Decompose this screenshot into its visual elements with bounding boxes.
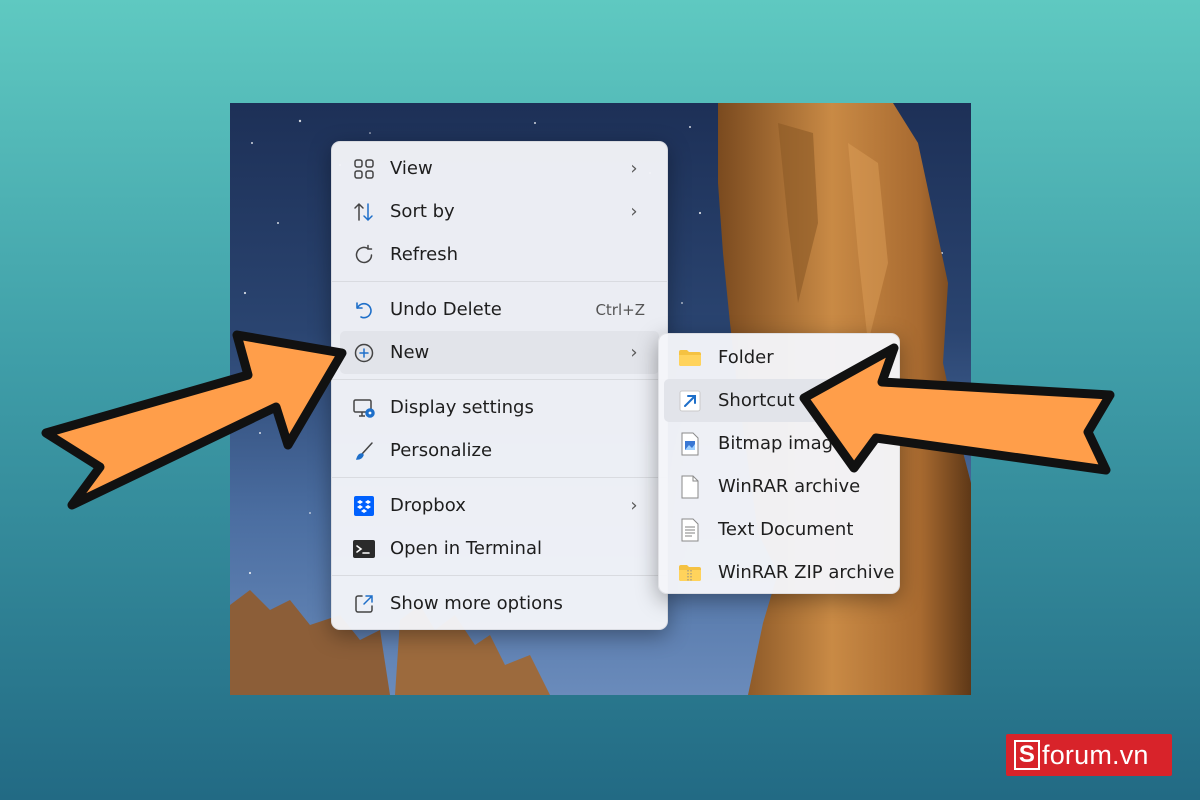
menu-item-dropbox[interactable]: Dropbox › xyxy=(340,484,659,527)
folder-icon xyxy=(678,346,702,370)
sforum-watermark: S forum.vn xyxy=(1006,734,1172,776)
chevron-right-icon: › xyxy=(630,158,638,179)
menu-item-show-more-options[interactable]: Show more options xyxy=(340,582,659,625)
right-annotation-arrow xyxy=(799,343,1115,475)
shortcut-hint: Ctrl+Z xyxy=(595,300,645,319)
menu-item-display-settings[interactable]: Display settings xyxy=(340,386,659,429)
menu-item-label: Refresh xyxy=(390,244,458,265)
text-document-icon xyxy=(678,518,702,542)
menu-item-label: New xyxy=(390,342,430,363)
menu-item-label: Dropbox xyxy=(390,495,466,516)
bitmap-image-icon xyxy=(678,432,702,456)
chevron-right-icon: › xyxy=(630,342,638,363)
sort-icon xyxy=(352,200,376,224)
undo-icon xyxy=(352,298,376,322)
menu-separator xyxy=(332,281,667,282)
view-grid-icon xyxy=(352,157,376,181)
menu-item-personalize[interactable]: Personalize xyxy=(340,429,659,472)
menu-item-label: Open in Terminal xyxy=(390,538,542,559)
menu-item-label: Sort by xyxy=(390,201,455,222)
menu-separator xyxy=(332,575,667,576)
refresh-icon xyxy=(352,243,376,267)
terminal-icon xyxy=(352,537,376,561)
sforum-logo-icon: S xyxy=(1014,740,1040,770)
watermark-text: forum.vn xyxy=(1042,739,1149,770)
menu-separator xyxy=(332,379,667,380)
menu-item-label: Undo Delete xyxy=(390,299,502,320)
menu-item-label: WinRAR ZIP archive xyxy=(718,562,895,583)
zip-archive-icon xyxy=(678,561,702,585)
menu-item-label: Personalize xyxy=(390,440,493,461)
chevron-right-icon: › xyxy=(630,201,638,222)
menu-item-new[interactable]: New › xyxy=(340,331,659,374)
menu-separator xyxy=(332,477,667,478)
menu-item-undo-delete[interactable]: Undo Delete Ctrl+Z xyxy=(340,288,659,331)
shortcut-icon xyxy=(678,389,702,413)
file-icon xyxy=(678,475,702,499)
menu-item-refresh[interactable]: Refresh xyxy=(340,233,659,276)
menu-item-label: Text Document xyxy=(718,519,854,540)
desktop-context-menu: View › Sort by › Refresh Undo Delete Ctr… xyxy=(331,141,668,630)
show-more-icon xyxy=(352,592,376,616)
menu-item-label: Display settings xyxy=(390,397,534,418)
chevron-right-icon: › xyxy=(630,495,638,516)
menu-item-sort-by[interactable]: Sort by › xyxy=(340,190,659,233)
submenu-item-text-document[interactable]: Text Document xyxy=(664,508,894,551)
submenu-item-winrar-zip-archive[interactable]: WinRAR ZIP archive xyxy=(664,551,894,594)
left-annotation-arrow xyxy=(41,330,347,510)
menu-item-label: Show more options xyxy=(390,593,563,614)
menu-item-label: View xyxy=(390,158,433,179)
menu-item-view[interactable]: View › xyxy=(340,147,659,190)
menu-item-open-in-terminal[interactable]: Open in Terminal xyxy=(340,527,659,570)
